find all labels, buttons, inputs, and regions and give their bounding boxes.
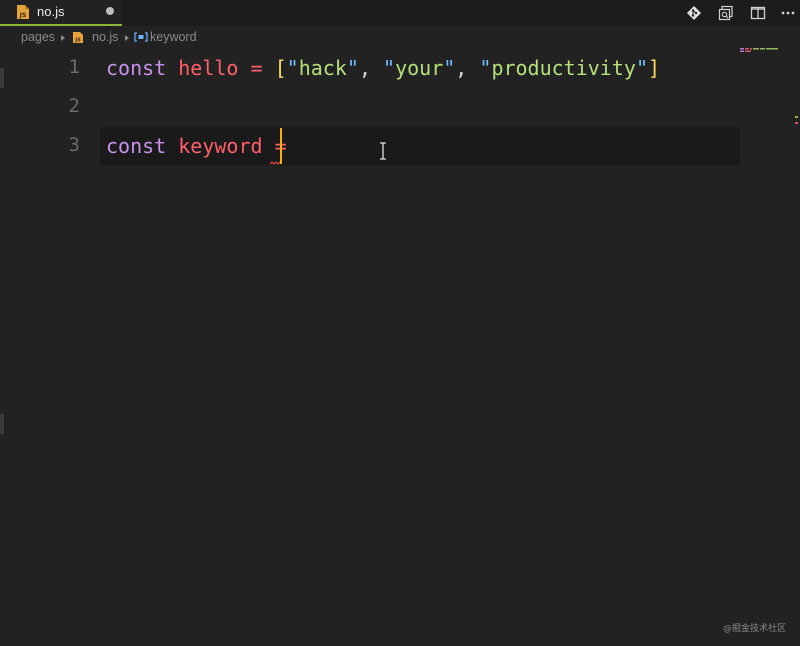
token-variable: keyword <box>178 134 263 158</box>
line-number: 3 <box>68 134 80 156</box>
breadcrumb-symbol[interactable]: keyword <box>150 30 197 44</box>
token-keyword: const <box>106 56 167 80</box>
open-preview-icon[interactable] <box>716 3 736 23</box>
variable-symbol-icon <box>134 32 148 42</box>
mouse-ibeam-cursor-icon <box>380 142 386 160</box>
gutter-indicator <box>0 68 4 88</box>
token-quote: " <box>286 56 299 80</box>
token-quote: " <box>443 56 456 80</box>
tab-label: no.js <box>37 4 65 19</box>
token-string: productivity <box>491 56 636 80</box>
code-line-3[interactable]: const keyword = <box>106 134 287 158</box>
token-comma: , <box>455 56 468 80</box>
js-file-icon: JS <box>17 5 29 19</box>
token-string: your <box>395 56 444 80</box>
breadcrumb-file[interactable]: no.js <box>92 30 118 44</box>
watermark: @掘金技术社区 <box>722 624 786 634</box>
more-actions-icon[interactable] <box>778 3 798 23</box>
token-variable: hello <box>178 56 239 80</box>
tab-no-js[interactable]: JS no.js <box>0 0 122 26</box>
code-editor[interactable]: 1 2 3 const hello = ["hack", "your", "pr… <box>0 48 800 646</box>
editor-window: JS no.js pages JS no.js keyword 1 2 3 co… <box>0 0 800 646</box>
svg-text:JS: JS <box>74 38 81 44</box>
scrollbar-marker <box>795 122 798 124</box>
svg-text:JS: JS <box>19 12 27 19</box>
split-editor-icon[interactable] <box>748 3 768 23</box>
token-operator: = <box>250 56 263 80</box>
gutter-indicator <box>0 414 4 434</box>
line-number: 2 <box>68 95 80 117</box>
token-comma: , <box>358 56 371 80</box>
scrollbar-marker <box>795 116 798 118</box>
breadcrumb-folder[interactable]: pages <box>21 30 55 44</box>
chevron-right-icon <box>125 35 129 41</box>
git-compare-icon[interactable] <box>684 3 704 23</box>
minimap-preview[interactable] <box>740 48 784 52</box>
token-bracket-open: [ <box>274 56 287 80</box>
token-string: hack <box>298 56 347 80</box>
text-cursor <box>280 128 282 164</box>
token-quote: " <box>635 56 648 80</box>
token-keyword: const <box>106 134 167 158</box>
chevron-right-icon <box>61 35 65 41</box>
breadcrumb: pages JS no.js keyword <box>0 26 800 48</box>
code-line-1[interactable]: const hello = ["hack", "your", "producti… <box>106 56 660 80</box>
token-bracket-close: ] <box>647 56 661 80</box>
token-quote: " <box>479 56 492 80</box>
unsaved-dot-icon[interactable] <box>106 7 114 15</box>
token-quote: " <box>383 56 396 80</box>
tab-bar: JS no.js <box>0 0 800 26</box>
token-quote: " <box>346 56 359 80</box>
error-squiggle <box>270 161 280 165</box>
js-file-icon: JS <box>73 32 83 43</box>
line-number: 1 <box>68 56 80 78</box>
